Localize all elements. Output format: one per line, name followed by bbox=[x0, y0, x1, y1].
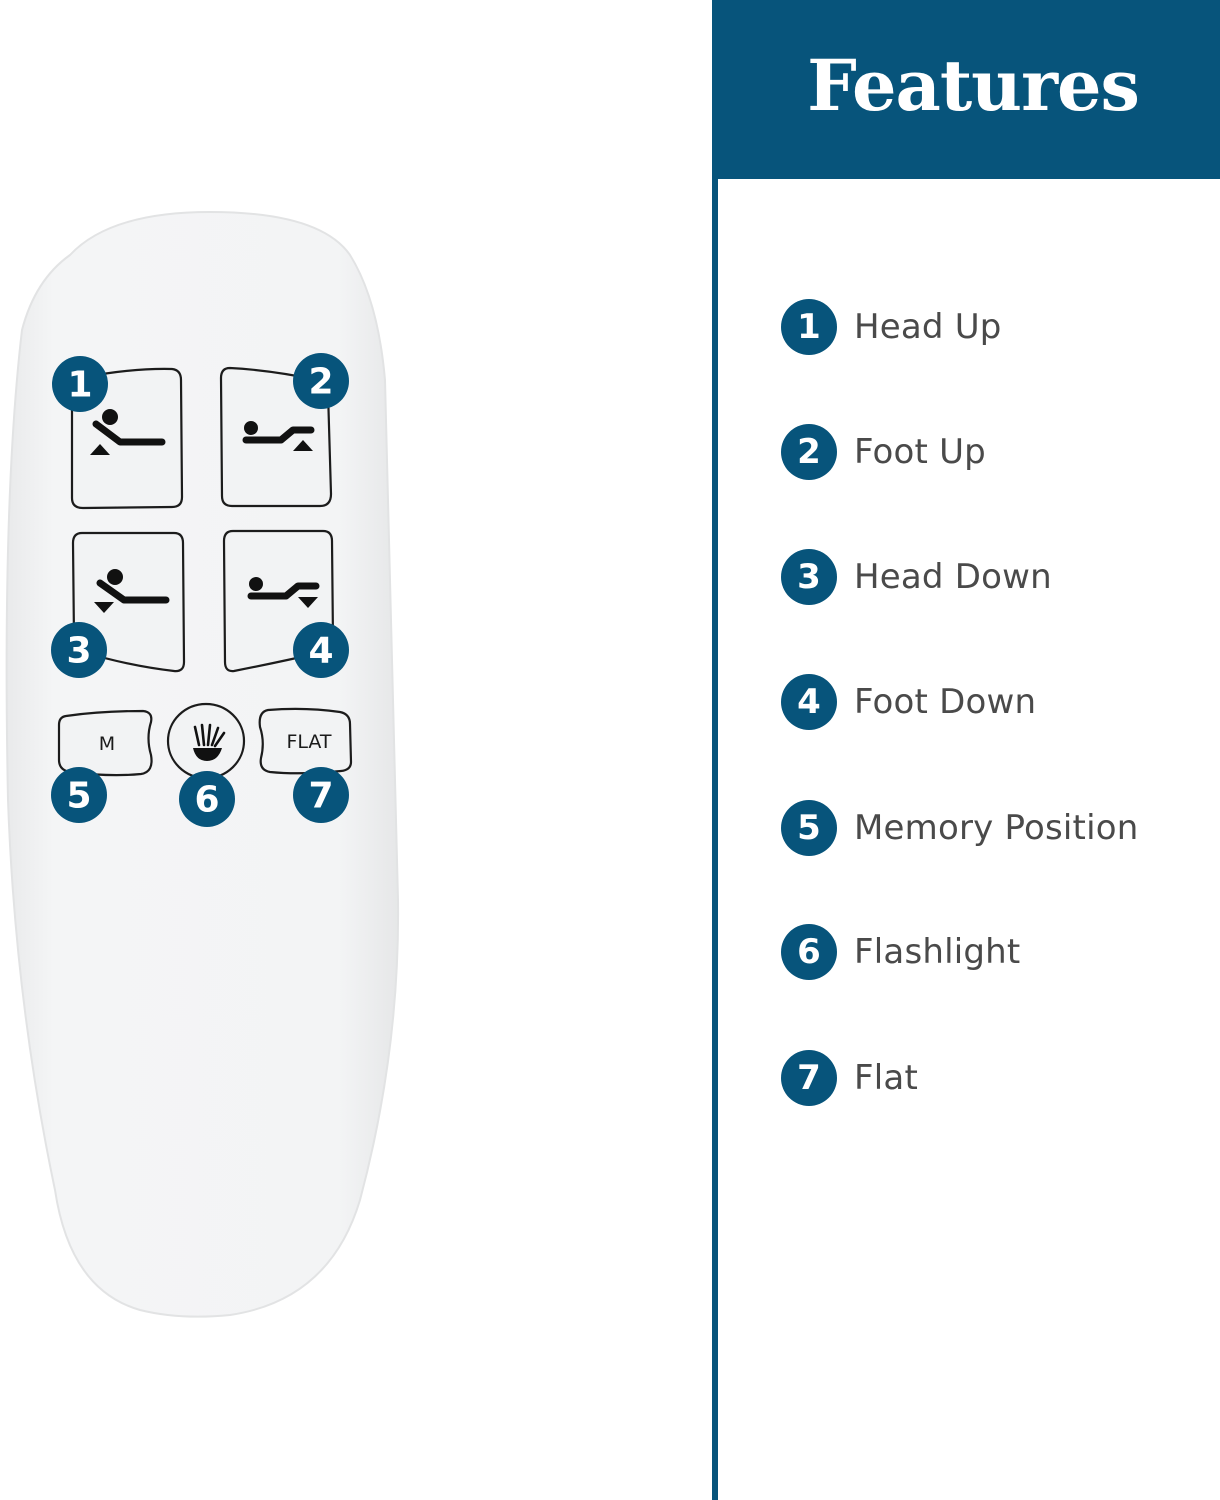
feature-item-flashlight: 6 Flashlight bbox=[781, 923, 1020, 981]
svg-text:7: 7 bbox=[308, 776, 333, 817]
features-title: Features bbox=[807, 44, 1140, 127]
feature-label: Foot Up bbox=[854, 432, 986, 472]
feature-label: Flashlight bbox=[854, 932, 1021, 972]
flat-button-label: FLAT bbox=[286, 731, 331, 753]
feature-item-flat: 7 Flat bbox=[781, 1049, 918, 1107]
badge-7: 7 bbox=[293, 767, 349, 823]
feature-label: Head Up bbox=[854, 307, 1002, 347]
feature-number-badge: 2 bbox=[781, 424, 837, 480]
feature-label: Memory Position bbox=[854, 808, 1139, 848]
svg-text:2: 2 bbox=[308, 362, 333, 403]
feature-label: Head Down bbox=[854, 557, 1052, 597]
feature-label: Flat bbox=[854, 1058, 918, 1098]
svg-text:4: 4 bbox=[308, 631, 333, 672]
features-header: Features bbox=[712, 0, 1220, 179]
feature-number-badge: 6 bbox=[781, 924, 837, 980]
feature-item-foot-down: 4 Foot Down bbox=[781, 673, 1036, 731]
svg-text:1: 1 bbox=[67, 365, 92, 406]
badge-5: 5 bbox=[51, 767, 107, 823]
feature-item-head-down: 3 Head Down bbox=[781, 548, 1052, 606]
feature-number-badge: 3 bbox=[781, 549, 837, 605]
svg-text:6: 6 bbox=[194, 780, 219, 821]
badge-6: 6 bbox=[179, 771, 235, 827]
feature-item-memory-position: 5 Memory Position bbox=[781, 799, 1138, 857]
feature-label: Foot Down bbox=[854, 682, 1037, 722]
memory-button-label: M bbox=[99, 733, 115, 755]
svg-text:5: 5 bbox=[66, 776, 91, 817]
feature-number-badge: 7 bbox=[781, 1050, 837, 1106]
memory-button[interactable]: M bbox=[57, 709, 153, 777]
features-panel: Features 1 Head Up 2 Foot Up 3 Head Down… bbox=[712, 0, 1220, 1500]
remote-svg: M FLAT 1 2 3 4 5 6 7 bbox=[5, 210, 400, 1318]
feature-number-badge: 4 bbox=[781, 674, 837, 730]
badge-1: 1 bbox=[52, 356, 108, 412]
feature-item-head-up: 1 Head Up bbox=[781, 298, 1002, 356]
remote-control-illustration: M FLAT 1 2 3 4 5 6 7 bbox=[0, 0, 710, 1500]
badge-4: 4 bbox=[293, 622, 349, 678]
svg-text:3: 3 bbox=[66, 631, 91, 672]
feature-number-badge: 5 bbox=[781, 800, 837, 856]
panel-border bbox=[712, 0, 718, 1500]
flat-button[interactable]: FLAT bbox=[258, 707, 353, 775]
badge-3: 3 bbox=[51, 622, 107, 678]
feature-number-badge: 1 bbox=[781, 299, 837, 355]
feature-item-foot-up: 2 Foot Up bbox=[781, 423, 986, 481]
flashlight-button[interactable] bbox=[166, 702, 246, 780]
badge-2: 2 bbox=[293, 353, 349, 409]
